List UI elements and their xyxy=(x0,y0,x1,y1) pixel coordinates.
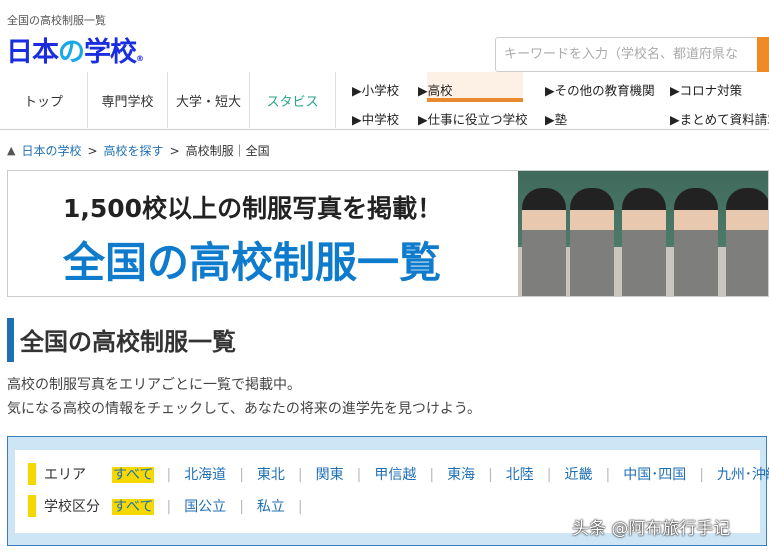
search-button[interactable] xyxy=(757,37,769,72)
filter-separator: | xyxy=(239,467,244,483)
home-icon: ▲ xyxy=(7,144,16,157)
hero-banner: 1,500校以上の制服写真を掲載！ 全国の高校制服一覧 xyxy=(7,170,769,297)
nav-university[interactable]: 大学・短大 xyxy=(168,72,250,128)
filter-separator: | xyxy=(297,499,303,515)
page-caption: 全国の高校制服一覧 xyxy=(7,14,106,27)
filter-separator: | xyxy=(699,467,704,483)
students-photo xyxy=(518,171,768,296)
breadcrumb: ▲ 日本の学校 > 高校を探す > 高校制服｜全国 xyxy=(7,142,270,159)
logo-registered: ® xyxy=(136,54,144,63)
filter-option[interactable]: 中国･四国 xyxy=(622,467,687,483)
filter-option[interactable]: 北海道 xyxy=(183,467,227,483)
breadcrumb-sep: > xyxy=(87,143,98,158)
breadcrumb-home[interactable]: 日本の学校 xyxy=(21,142,81,159)
banner-subtitle: 1,500校以上の制服写真を掲載！ xyxy=(63,194,443,223)
nav-vocational[interactable]: 専門学校 xyxy=(88,72,168,128)
filter-separator: | xyxy=(166,499,172,515)
filter-type-row: 学校区分 すべて | 国公立 | 私立 | xyxy=(28,495,315,517)
label-marker xyxy=(28,463,36,485)
filter-option[interactable]: 関東 xyxy=(315,467,345,483)
search-input[interactable]: キーワードを入力（学校名、都道府県など） xyxy=(495,37,761,95)
page-description-2: 気になる高校の情報をチェックして、あなたの将来の進学先を見つけよう。 xyxy=(7,401,482,417)
filter-separator: | xyxy=(429,467,435,483)
page-description-1: 高校の制服写真をエリアごとに一覧で掲載中。 xyxy=(7,377,301,393)
nav-junior-high[interactable]: ▶中学校 xyxy=(352,109,399,128)
label-marker xyxy=(28,495,36,517)
logo-text-b: 学校 xyxy=(84,37,137,68)
filter-separator: | xyxy=(239,499,244,515)
nav-top[interactable]: トップ xyxy=(0,72,88,128)
nav-other-institutions[interactable]: ▶その他の教育機関 xyxy=(545,80,655,99)
nav-bulk-request[interactable]: ▶まとめて資料請求 xyxy=(670,109,769,128)
filter-separator: | xyxy=(297,467,303,483)
filter-option[interactable]: 私立 xyxy=(256,499,286,515)
filter-option[interactable]: 近畿 xyxy=(564,467,594,483)
filter-option[interactable]: 北陸 xyxy=(505,467,535,483)
filter-option[interactable]: 甲信越 xyxy=(373,467,417,483)
filter-option[interactable]: 東海 xyxy=(446,467,476,483)
filter-option[interactable]: 東北 xyxy=(256,467,286,483)
logo-text-no: の xyxy=(58,37,85,68)
filter-separator: | xyxy=(605,467,611,483)
filter-area-label: エリア xyxy=(44,467,86,483)
nav-stabis[interactable]: スタビス xyxy=(250,72,336,128)
filter-separator: | xyxy=(356,467,362,483)
filter-option[interactable]: 九州･沖縄 xyxy=(716,467,769,483)
nav-career-school[interactable]: ▶仕事に役立つ学校 xyxy=(418,109,528,128)
nav-cram-school[interactable]: ▶塾 xyxy=(545,109,567,128)
breadcrumb-sep: > xyxy=(169,143,180,158)
watermark: 头条 @阿布旅行手记 xyxy=(572,519,731,539)
filter-option[interactable]: 国公立 xyxy=(183,499,227,515)
filter-type-label: 学校区分 xyxy=(44,499,100,515)
nav-highschool[interactable]: ▶高校 xyxy=(418,80,453,99)
site-logo[interactable]: 日本の学校® xyxy=(6,30,144,69)
header-divider xyxy=(0,129,769,130)
filter-option[interactable]: すべて xyxy=(112,467,155,483)
banner-title: 全国の高校制服一覧 xyxy=(63,238,442,287)
filter-separator: | xyxy=(488,467,493,483)
filter-separator: | xyxy=(166,467,172,483)
nav-elementary[interactable]: ▶小学校 xyxy=(352,80,399,99)
nav-corona[interactable]: ▶コロナ対策 xyxy=(670,80,742,99)
breadcrumb-search[interactable]: 高校を探す xyxy=(104,142,164,159)
page-title: 全国の高校制服一覧 xyxy=(20,328,236,356)
filter-separator: | xyxy=(546,467,552,483)
filter-area-row: エリア すべて | 北海道 | 東北 | 関東 | 甲信越 | 東海 | 北陸 | 近畿 | 中国･四国 | 九州･… xyxy=(28,463,769,485)
filter-option[interactable]: すべて xyxy=(112,499,155,515)
breadcrumb-current: 高校制服｜全国 xyxy=(185,144,270,158)
heading-accent-bar xyxy=(7,318,14,362)
logo-text-a: 日本 xyxy=(6,37,59,68)
